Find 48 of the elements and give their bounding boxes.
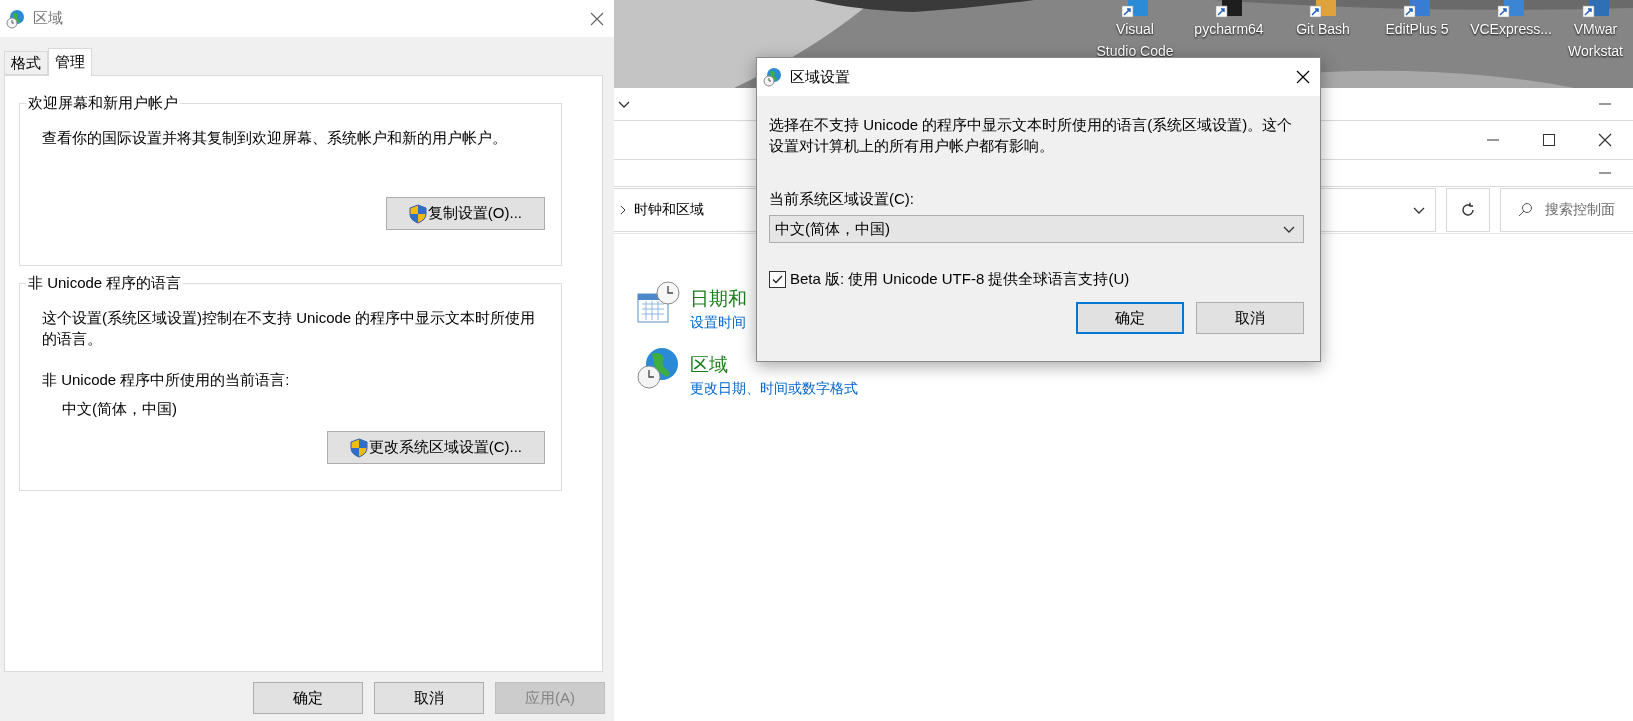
group-title: 欢迎屏幕和新用户帐户 [27,94,179,113]
checkbox[interactable] [769,271,786,288]
globe-clock-icon [6,8,26,29]
dialog-button[interactable]: 取消 [374,682,484,714]
search-field[interactable]: 搜索控制面 [1500,188,1633,232]
dialog-button[interactable]: 确定 [1076,302,1184,334]
dialog-title: 区域设置 [790,67,851,87]
check-icon [772,275,783,284]
shield-icon [408,203,427,224]
desktop-icon-label[interactable]: VMwar Workstat [1568,18,1623,62]
dialog-button[interactable]: 确定 [253,682,363,714]
refresh-button[interactable] [1446,188,1490,232]
desktop-icon-label[interactable]: Git Bash [1296,18,1350,40]
settings-button[interactable]: 更改系统区域设置(C)... [326,431,545,464]
category-link[interactable]: 区域 [690,352,728,378]
tab[interactable]: 管理 [48,48,92,76]
combo-label: 当前系统区域设置(C): [769,189,915,209]
desktop-icon-label[interactable]: EditPlus 5 [1385,18,1449,40]
close-icon[interactable] [1598,133,1612,147]
caret-icon[interactable] [618,100,630,108]
chevron-down-icon[interactable] [1413,206,1425,214]
chevron-down-icon[interactable] [1283,225,1295,233]
settings-button[interactable]: 复制设置(O)... [385,197,545,230]
description-text: 选择在不支持 Unicode 的程序中显示文本时所使用的语言(系统区域设置)。这个设置对计算机上的所有用户帐户都有影响。 [769,115,1294,156]
description-text: 非 Unicode 程序中所使用的当前语言: [42,370,291,390]
desktop-icon-label[interactable]: VCExpress... [1470,18,1552,40]
globe-clock-icon [763,67,783,87]
current-language: 中文(简体，中国) [62,400,178,419]
shield-icon [349,437,368,458]
calendar-clock-icon [636,280,682,324]
window-title: 区域 [33,9,64,28]
desktop-icon-label[interactable]: pycharm64 [1194,18,1264,40]
chevron-right-icon [620,205,626,215]
maximize-icon[interactable] [1543,134,1555,146]
group-title: 非 Unicode 程序的语言 [27,274,183,293]
task-link[interactable]: 设置时间 [690,314,746,332]
refresh-icon [1460,202,1476,218]
description-text: 查看你的国际设置并将其复制到欢迎屏幕、系统帐户和新的用户帐户。 [42,128,508,148]
category-link[interactable]: 日期和 [690,286,747,312]
tab[interactable]: 格式 [4,51,48,75]
close-icon[interactable] [1296,70,1310,84]
dialog-button[interactable]: 取消 [1196,302,1304,334]
search-icon [1517,202,1533,218]
task-link[interactable]: 更改日期、时间或数字格式 [690,380,858,398]
locale-dropdown[interactable]: 中文(简体，中国) [769,215,1304,243]
description-text: 这个设置(系统区域设置)控制在不支持 Unicode 的程序中显示文本时所使用的语言。 [42,308,537,349]
app-shortcut-icon[interactable] [1214,0,1244,18]
checkbox-label: Beta 版: 使用 Unicode UTF-8 提供全球语言支持(U) [790,270,1130,289]
